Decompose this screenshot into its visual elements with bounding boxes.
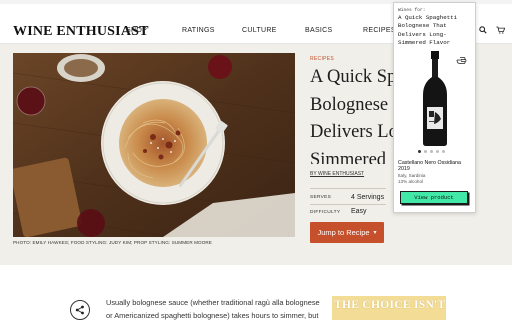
- share-button[interactable]: [70, 300, 90, 320]
- nav-recipes[interactable]: RECIPES: [363, 27, 396, 34]
- carousel-dot[interactable]: [436, 150, 439, 153]
- carousel-dot[interactable]: [430, 150, 433, 153]
- carousel-dots[interactable]: [418, 150, 445, 153]
- nav-culture[interactable]: CULTURE: [242, 27, 277, 34]
- hand-pointer-icon[interactable]: [456, 52, 467, 70]
- search-icon[interactable]: [479, 26, 487, 36]
- chevron-down-icon: ▾: [373, 230, 377, 236]
- popup-label: Wines for:: [398, 8, 426, 13]
- wine-abv: 13% alcohol: [398, 179, 424, 184]
- photo-credit: PHOTO: EMILY HAWKES; FOOD STYLING: JUDY …: [13, 240, 212, 245]
- wine-year: 2019: [398, 166, 410, 172]
- wine-popup: Wines for: A Quick Spaghetti Bolognese T…: [393, 2, 476, 213]
- difficulty-value: Easy: [351, 208, 367, 215]
- popup-title: A Quick Spaghetti Bolognese That Deliver…: [398, 14, 458, 47]
- wine-bottle-image[interactable]: [420, 51, 450, 152]
- meta-divider: [310, 204, 386, 205]
- share-icon: [75, 305, 84, 315]
- nav-shop[interactable]: SHOP: [126, 27, 147, 34]
- meta-divider: [310, 188, 386, 189]
- article-body: Usually bolognese sauce (whether traditi…: [106, 296, 322, 320]
- carousel-dot[interactable]: [424, 150, 427, 153]
- ad-banner[interactable]: THE CHOICE ISN'T CLEAR.: [332, 296, 446, 320]
- nav-ratings[interactable]: RATINGS: [182, 27, 215, 34]
- body-line: or Americanized spaghetti bolognese) tak…: [106, 311, 319, 320]
- ad-text: THE CHOICE ISN'T CLEAR.: [334, 299, 446, 311]
- cart-icon[interactable]: [496, 26, 506, 36]
- serves-value: 4 Servings: [351, 194, 385, 201]
- view-product-button[interactable]: View product: [400, 191, 468, 204]
- byline[interactable]: BY WINE ENTHUSIAST: [310, 171, 364, 177]
- jump-to-recipe-button[interactable]: Jump to Recipe ▾: [310, 222, 384, 243]
- wine-region: Italy, Sardinia: [398, 173, 426, 178]
- article-kicker[interactable]: RECIPES: [310, 56, 334, 62]
- jump-to-recipe-label: Jump to Recipe: [317, 228, 370, 237]
- carousel-dot[interactable]: [442, 150, 445, 153]
- carousel-dot[interactable]: [418, 150, 421, 153]
- nav-basics[interactable]: BASICS: [305, 27, 332, 34]
- serves-label: SERVES: [310, 195, 332, 200]
- hero-photo: [13, 53, 295, 237]
- body-line: Usually bolognese sauce (whether traditi…: [106, 298, 320, 307]
- difficulty-label: DIFFICULTY: [310, 210, 341, 215]
